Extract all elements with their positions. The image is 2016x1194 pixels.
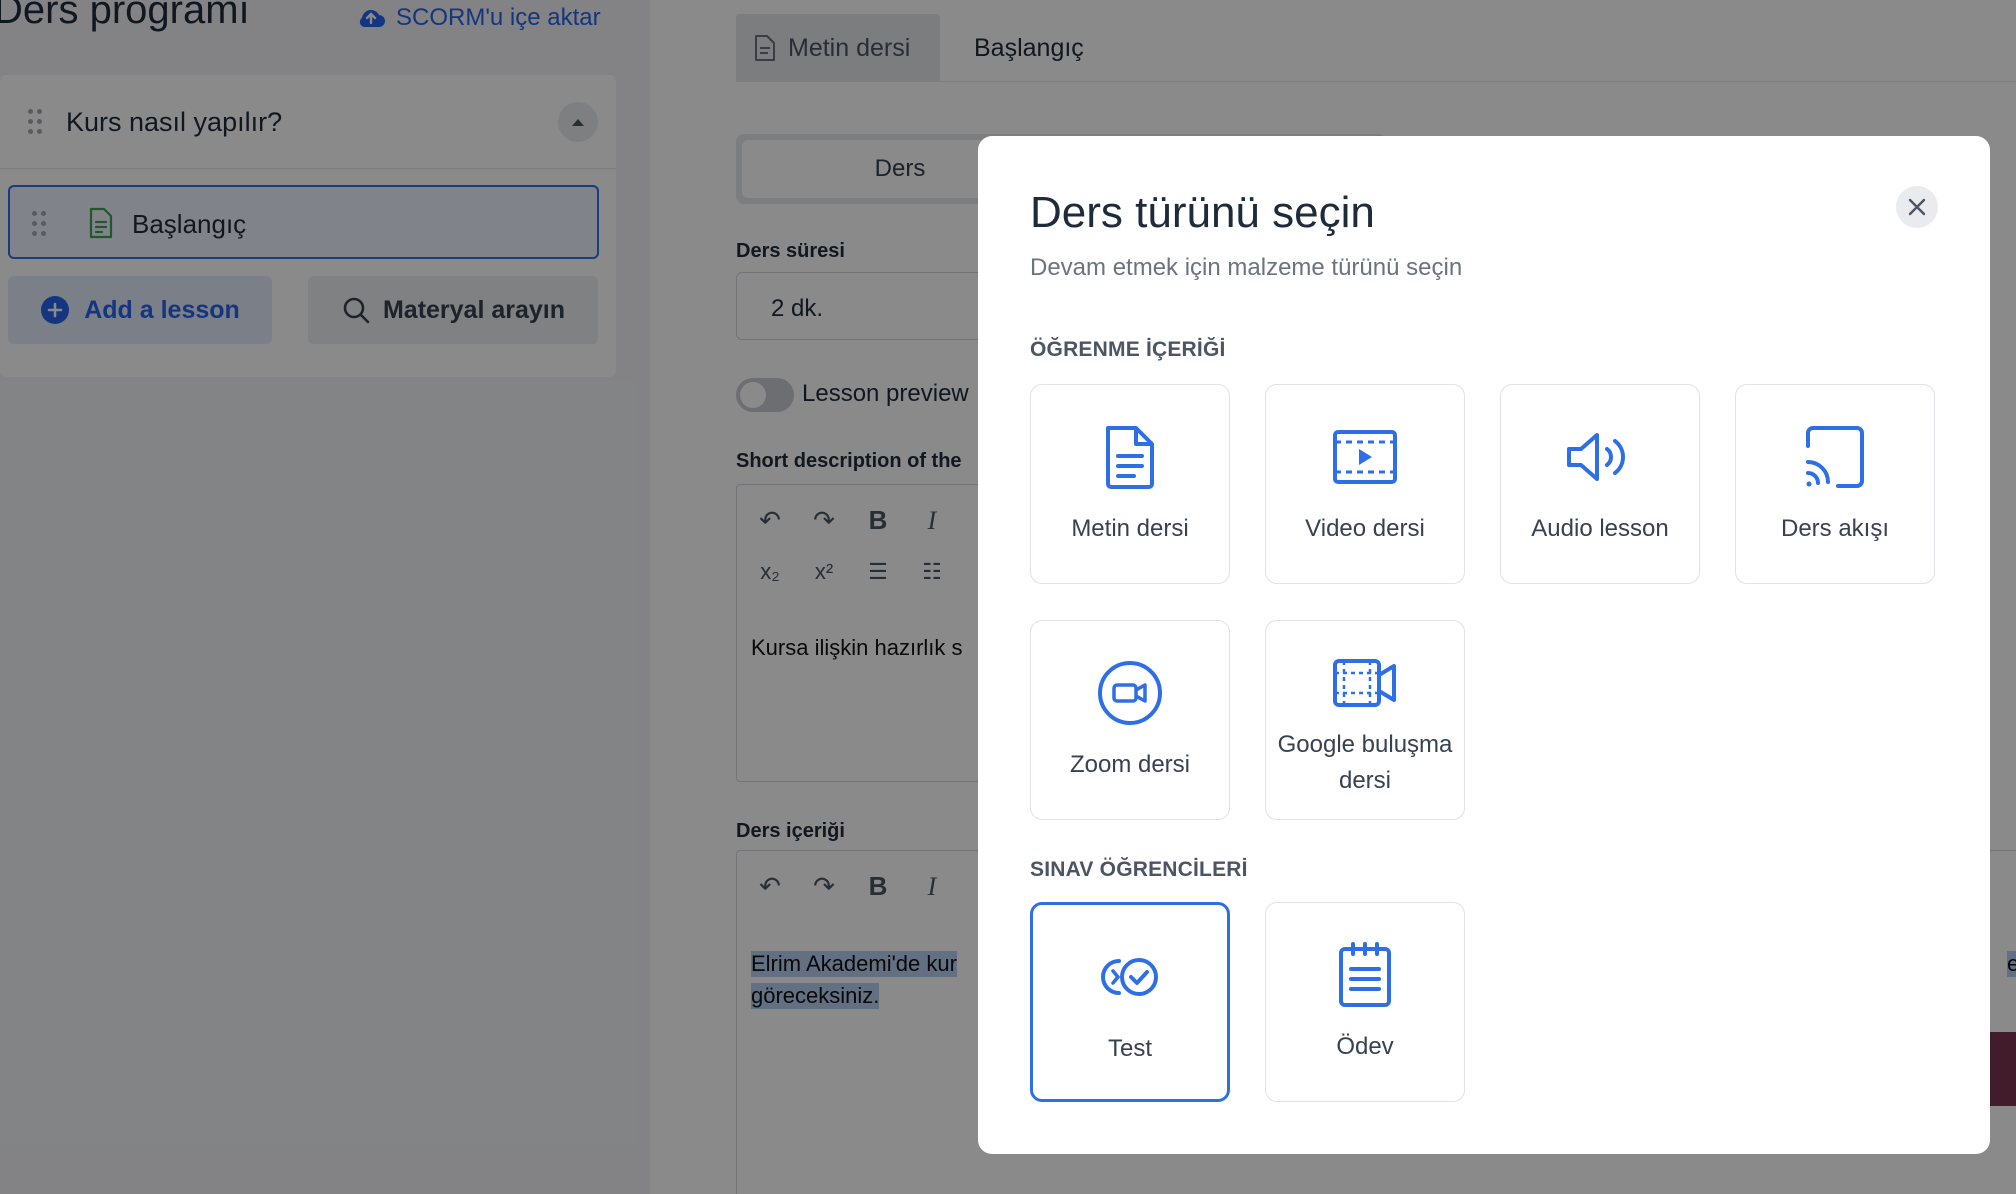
lesson-type-label: Ders akışı bbox=[1780, 515, 1890, 542]
lesson-type-audio[interactable]: Audio lesson bbox=[1500, 384, 1700, 584]
lesson-type-label: Google buluşma dersi bbox=[1277, 731, 1453, 794]
lesson-type-zoom[interactable]: Zoom dersi bbox=[1030, 620, 1230, 820]
lesson-type-dialog: Ders türünü seçin Devam etmek için malze… bbox=[978, 136, 1990, 1154]
lesson-type-stream[interactable]: Ders akışı bbox=[1735, 384, 1935, 584]
zoom-icon bbox=[1098, 661, 1162, 725]
close-button[interactable] bbox=[1896, 186, 1938, 228]
assignment-icon bbox=[1339, 942, 1391, 1007]
lesson-type-google-meet[interactable]: Google buluşma dersi bbox=[1265, 620, 1465, 820]
dialog-subtitle: Devam etmek için malzeme türünü seçin bbox=[1030, 254, 1463, 281]
lesson-type-test[interactable]: Test bbox=[1030, 902, 1230, 1102]
google-meet-icon bbox=[1333, 659, 1396, 707]
lesson-type-label: Video dersi bbox=[1305, 515, 1425, 542]
audio-icon bbox=[1567, 433, 1625, 481]
section-exam: SINAV ÖĞRENCİLERİ bbox=[1030, 858, 1248, 881]
lesson-type-label: Metin dersi bbox=[1071, 515, 1189, 542]
dialog-title: Ders türünü seçin bbox=[1030, 188, 1375, 237]
lesson-type-label: Audio lesson bbox=[1531, 515, 1669, 542]
lesson-type-text[interactable]: Metin dersi bbox=[1030, 384, 1230, 584]
lesson-type-label: Ödev bbox=[1336, 1033, 1394, 1060]
close-icon bbox=[1908, 198, 1926, 216]
section-learning-content: ÖĞRENME İÇERİĞİ bbox=[1030, 338, 1226, 361]
quiz-icon bbox=[1101, 958, 1158, 996]
stream-icon bbox=[1806, 426, 1864, 488]
text-document-icon bbox=[1106, 426, 1154, 489]
video-icon bbox=[1333, 430, 1397, 484]
lesson-type-assignment[interactable]: Ödev bbox=[1265, 902, 1465, 1102]
lesson-type-label: Test bbox=[1107, 1035, 1152, 1062]
lesson-type-video[interactable]: Video dersi bbox=[1265, 384, 1465, 584]
lesson-type-label: Zoom dersi bbox=[1069, 751, 1191, 778]
